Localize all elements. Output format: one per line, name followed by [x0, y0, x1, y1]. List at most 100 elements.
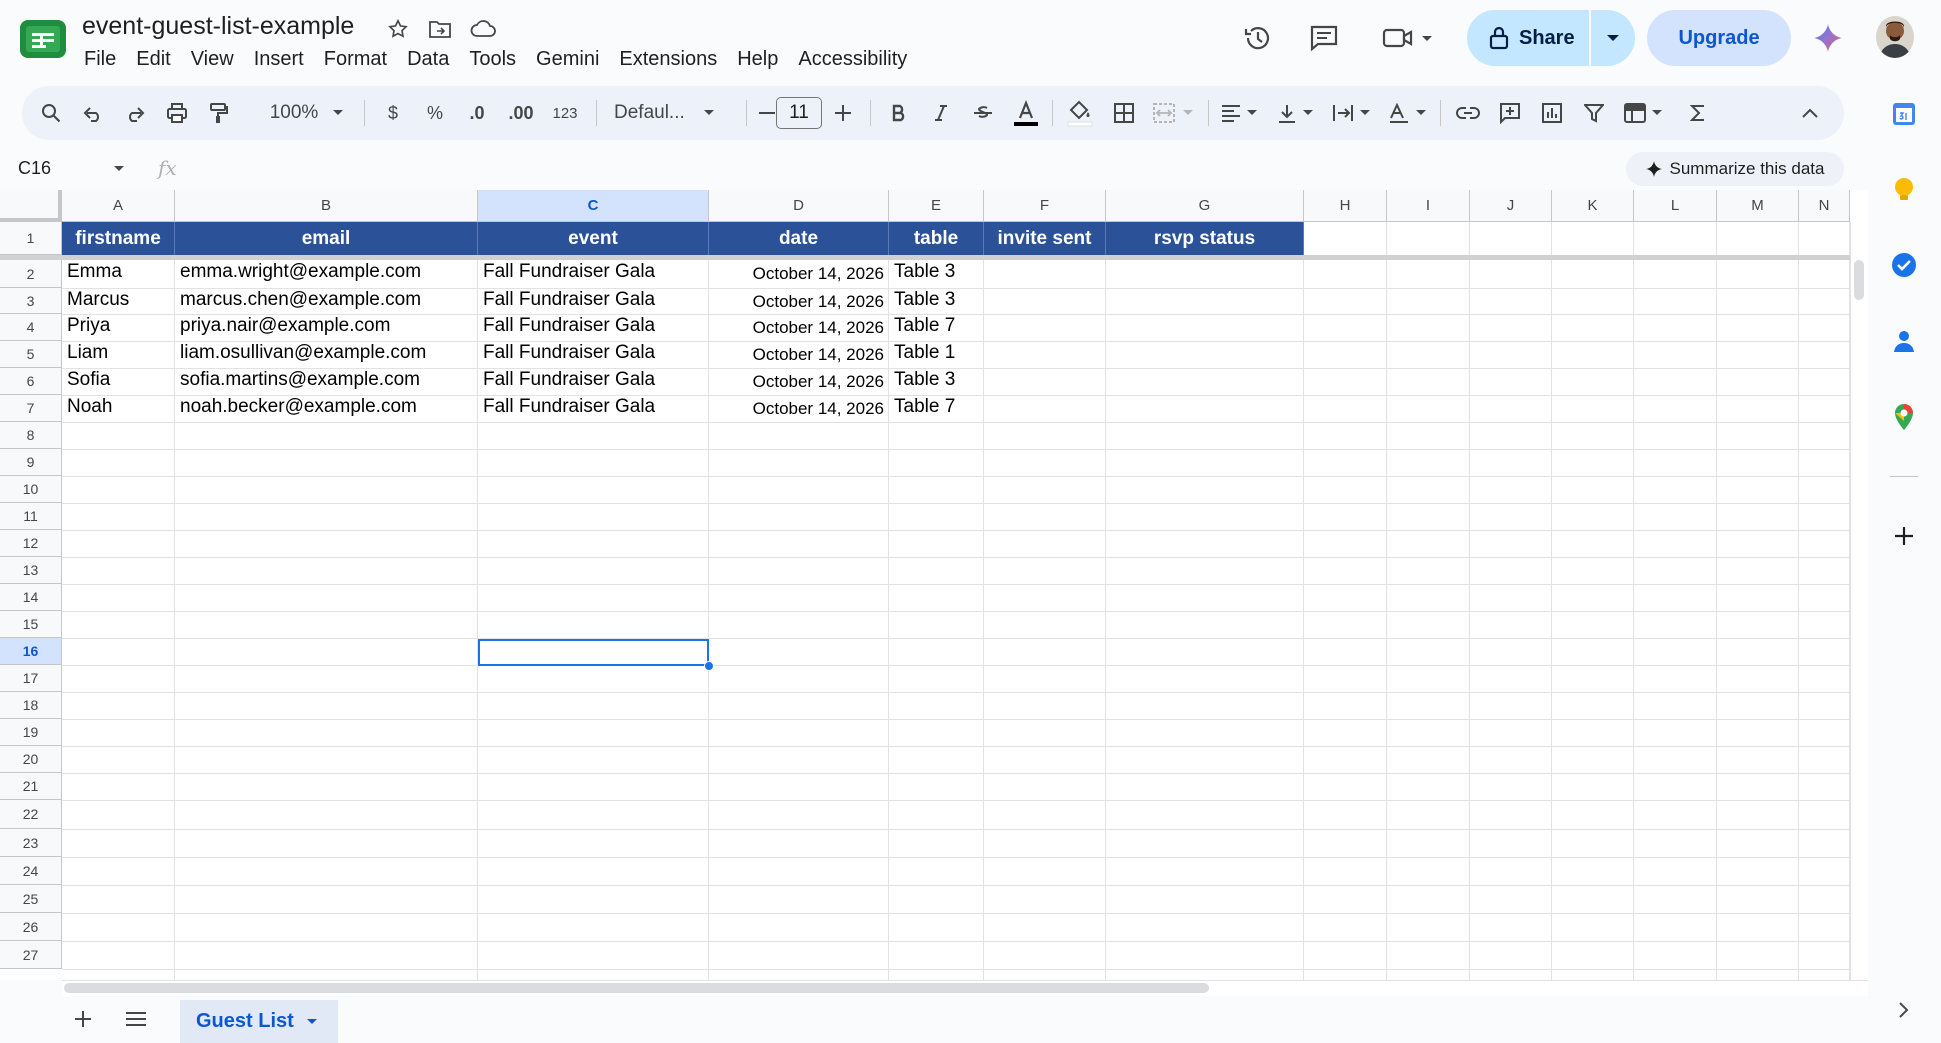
merge-cells-icon[interactable]	[1148, 86, 1198, 140]
contacts-icon[interactable]	[1884, 321, 1924, 361]
horizontal-scrollbar-thumb[interactable]	[64, 983, 1209, 993]
active-cell-selection[interactable]	[478, 639, 709, 666]
column-header-c[interactable]: C	[478, 190, 709, 222]
maps-icon[interactable]	[1884, 397, 1924, 437]
get-addons-plus-icon[interactable]	[1884, 516, 1924, 556]
cloud-saved-icon[interactable]	[468, 14, 498, 44]
show-side-panel-icon[interactable]	[1884, 990, 1924, 1030]
row-header-25[interactable]: 25	[0, 885, 62, 913]
cell-table[interactable]: Table 1	[889, 339, 984, 366]
gemini-sparkle-icon[interactable]	[1806, 16, 1850, 60]
redo-icon[interactable]	[120, 86, 150, 140]
italic-icon[interactable]	[926, 86, 956, 140]
move-folder-icon[interactable]	[425, 14, 455, 44]
row-header-15[interactable]: 15	[0, 611, 62, 638]
row-header-17[interactable]: 17	[0, 665, 62, 692]
row-header-27[interactable]: 27	[0, 941, 62, 969]
row-header-20[interactable]: 20	[0, 746, 62, 773]
name-box[interactable]: C16	[18, 158, 51, 179]
insert-comment-icon[interactable]	[1492, 86, 1528, 140]
cell-firstname[interactable]: Liam	[62, 339, 175, 366]
header-cell-event[interactable]: event	[478, 222, 709, 255]
calendar-icon[interactable]	[1884, 94, 1924, 134]
row-header-16[interactable]: 16	[0, 638, 62, 665]
cell-table[interactable]: Table 3	[889, 286, 984, 313]
row-header-10[interactable]: 10	[0, 476, 62, 503]
text-wrapping-icon[interactable]	[1328, 86, 1374, 140]
paint-format-icon[interactable]	[204, 86, 234, 140]
row-header-1[interactable]: 1	[0, 222, 62, 255]
cell-event[interactable]: Fall Fundraiser Gala	[478, 339, 709, 366]
cell-email[interactable]: marcus.chen@example.com	[175, 286, 478, 313]
star-icon[interactable]	[383, 14, 413, 44]
row-header-26[interactable]: 26	[0, 913, 62, 941]
cell-event[interactable]: Fall Fundraiser Gala	[478, 393, 709, 420]
increase-decimal-button[interactable]: .00	[502, 86, 540, 140]
row-header-11[interactable]: 11	[0, 503, 62, 530]
column-header-j[interactable]: J	[1470, 190, 1552, 222]
tasks-icon[interactable]	[1884, 245, 1924, 285]
cell-table[interactable]: Table 7	[889, 393, 984, 420]
version-history-icon[interactable]	[1236, 16, 1280, 60]
vertical-scrollbar-thumb[interactable]	[1854, 260, 1864, 300]
menu-edit[interactable]: Edit	[126, 46, 180, 76]
cell-event[interactable]: Fall Fundraiser Gala	[478, 258, 709, 285]
cell-date[interactable]: October 14, 2026	[709, 260, 889, 287]
row-header-24[interactable]: 24	[0, 857, 62, 885]
row-header-7[interactable]: 7	[0, 395, 62, 422]
row-header-3[interactable]: 3	[0, 288, 62, 314]
header-cell-email[interactable]: email	[175, 222, 478, 255]
search-menus-icon[interactable]	[36, 86, 66, 140]
cell-table[interactable]: Table 3	[889, 366, 984, 393]
cell-event[interactable]: Fall Fundraiser Gala	[478, 366, 709, 393]
cell-email[interactable]: emma.wright@example.com	[175, 258, 478, 285]
row-header-14[interactable]: 14	[0, 584, 62, 611]
font-size-input[interactable]: 11	[776, 97, 822, 129]
row-header-4[interactable]: 4	[0, 314, 62, 341]
decrease-decimal-button[interactable]: .0	[460, 86, 494, 140]
keep-notes-icon[interactable]	[1884, 170, 1924, 210]
cell-firstname[interactable]: Priya	[62, 312, 175, 339]
currency-format-button[interactable]: $	[378, 86, 408, 140]
menu-accessibility[interactable]: Accessibility	[788, 46, 917, 76]
undo-icon[interactable]	[78, 86, 108, 140]
cell-firstname[interactable]: Marcus	[62, 286, 175, 313]
share-button[interactable]: Share	[1467, 10, 1591, 66]
column-header-h[interactable]: H	[1304, 190, 1387, 222]
insert-link-icon[interactable]	[1450, 86, 1486, 140]
column-header-g[interactable]: G	[1106, 190, 1304, 222]
insert-chart-icon[interactable]	[1534, 86, 1570, 140]
font-family-select[interactable]: Defaul...	[610, 86, 740, 140]
filter-icon[interactable]	[1576, 86, 1612, 140]
menu-format[interactable]: Format	[314, 46, 397, 76]
cell-date[interactable]: October 14, 2026	[709, 314, 889, 341]
menu-file[interactable]: File	[74, 46, 126, 76]
all-sheets-icon[interactable]	[124, 1010, 148, 1033]
fill-color-icon[interactable]	[1062, 86, 1098, 140]
sheets-logo-icon[interactable]	[20, 20, 66, 58]
cell-email[interactable]: noah.becker@example.com	[175, 393, 478, 420]
more-formats-button[interactable]: 123	[546, 86, 584, 140]
text-rotation-icon[interactable]	[1384, 86, 1430, 140]
cell-firstname[interactable]: Sofia	[62, 366, 175, 393]
percent-format-button[interactable]: %	[420, 86, 450, 140]
summarize-data-button[interactable]: Summarize this data	[1626, 152, 1844, 186]
cell-date[interactable]: October 14, 2026	[709, 395, 889, 422]
header-cell-date[interactable]: date	[709, 222, 889, 255]
cell-firstname[interactable]: Emma	[62, 258, 175, 285]
cell-email[interactable]: liam.osullivan@example.com	[175, 339, 478, 366]
row-header-6[interactable]: 6	[0, 368, 62, 395]
cell-event[interactable]: Fall Fundraiser Gala	[478, 286, 709, 313]
cell-table[interactable]: Table 3	[889, 258, 984, 285]
row-header-18[interactable]: 18	[0, 692, 62, 719]
menu-insert[interactable]: Insert	[244, 46, 314, 76]
menu-help[interactable]: Help	[727, 46, 788, 76]
cell-date[interactable]: October 14, 2026	[709, 288, 889, 315]
vertical-scrollbar[interactable]	[1850, 222, 1868, 980]
text-color-icon[interactable]	[1008, 86, 1044, 140]
table-view-icon[interactable]	[1618, 86, 1668, 140]
add-sheet-icon[interactable]	[72, 1008, 94, 1035]
cell-firstname[interactable]: Noah	[62, 393, 175, 420]
cell-event[interactable]: Fall Fundraiser Gala	[478, 312, 709, 339]
comments-icon[interactable]	[1302, 16, 1346, 60]
